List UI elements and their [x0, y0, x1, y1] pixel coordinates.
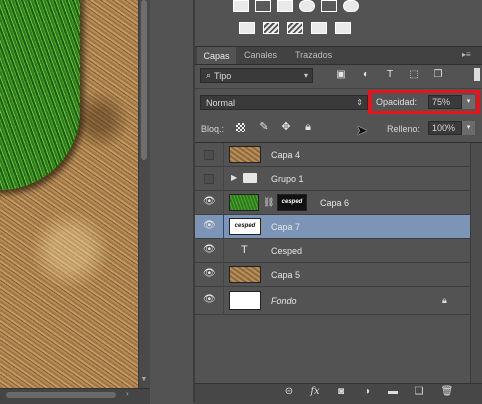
filter-toggle-switch[interactable] — [474, 68, 480, 81]
layer-row-capa-4[interactable]: Capa 4 — [195, 143, 470, 167]
layer-name[interactable]: Grupo 1 — [271, 174, 304, 184]
folder-icon — [243, 173, 257, 183]
style-swatch-3-icon[interactable] — [277, 0, 293, 12]
fx-icon[interactable]: fx — [308, 386, 322, 398]
layer-row-grupo-1[interactable]: ▶ Grupo 1 — [195, 167, 470, 191]
chevron-updown-icon: ⇕ — [356, 98, 363, 107]
tab-canales[interactable]: Canales — [244, 50, 277, 60]
layer-row-capa-7[interactable]: 👁︎ cesped Capa 7 — [195, 215, 470, 239]
lock-transparency-icon[interactable] — [236, 123, 245, 132]
blend-mode-dropdown[interactable]: Normal ⇕ — [200, 95, 368, 110]
layers-list: Capa 4 ▶ Grupo 1 👁︎ ⛓ cesped Capa 6 👁︎ c… — [195, 143, 470, 315]
opacity-slider-button[interactable]: ▾ — [462, 95, 475, 109]
opacity-input[interactable]: 75% — [428, 95, 462, 109]
new-group-icon[interactable]: ▬ — [386, 386, 400, 398]
trash-icon[interactable]: 🗑︎ — [440, 386, 454, 398]
document-canvas[interactable] — [0, 0, 138, 388]
visibility-toggle[interactable] — [204, 174, 214, 184]
canvas-horizontal-scroll-thumb[interactable] — [6, 392, 116, 398]
divider — [223, 167, 224, 191]
new-layer-icon[interactable]: ❏ — [412, 386, 426, 398]
opacity-label: Opacidad: — [376, 97, 418, 107]
style-swatch-11-icon[interactable] — [335, 22, 351, 34]
style-swatch-10-icon[interactable] — [311, 22, 327, 34]
divider — [223, 215, 224, 239]
eye-icon[interactable]: 👁︎ — [203, 197, 216, 207]
lock-all-icon[interactable]: 🔒︎ — [302, 121, 314, 133]
canvas-vertical-scroll-thumb[interactable] — [141, 0, 147, 160]
layer-thumbnail — [229, 291, 261, 310]
visibility-toggle[interactable] — [204, 150, 214, 160]
layer-row-fondo[interactable]: 👁︎ Fondo 🔒︎ — [195, 287, 470, 315]
layer-thumbnail — [229, 146, 261, 163]
divider — [195, 88, 482, 89]
eye-icon[interactable]: 👁︎ — [203, 245, 216, 255]
type-layer-icon: T — [241, 244, 248, 256]
filter-kind-dropdown[interactable]: ⌕ Tipo ▾ — [200, 68, 313, 83]
adjustment-layer-icon[interactable]: ◑ — [360, 386, 374, 398]
mouse-cursor-icon: ➤ — [356, 122, 368, 138]
filter-shape-icon[interactable]: ⬚ — [408, 70, 420, 80]
layer-name[interactable]: Capa 4 — [271, 150, 300, 160]
layer-row-capa-5[interactable]: 👁︎ Capa 5 — [195, 263, 470, 287]
style-swatch-5-icon[interactable] — [321, 0, 337, 12]
fill-label: Relleno: — [387, 124, 421, 134]
layer-name[interactable]: Cesped — [271, 246, 302, 256]
divider — [223, 191, 224, 215]
layer-name[interactable]: Capa 5 — [271, 270, 300, 280]
panel-tab-bar — [195, 47, 482, 65]
scroll-down-icon[interactable]: ▼ — [140, 376, 148, 383]
style-swatch-7-icon[interactable] — [239, 22, 255, 34]
lock-brush-icon[interactable]: ✎ — [258, 121, 270, 133]
lock-position-icon[interactable]: ✥ — [280, 121, 292, 133]
layer-name[interactable]: Fondo — [271, 296, 297, 306]
fill-input[interactable]: 100% — [428, 121, 462, 135]
layer-thumbnail — [229, 266, 261, 283]
blend-mode-value: Normal — [206, 97, 236, 108]
filter-smart-object-icon[interactable]: ❐ — [432, 70, 444, 80]
scroll-right-icon[interactable]: › — [126, 389, 129, 398]
tab-trazados[interactable]: Trazados — [295, 50, 332, 60]
style-swatch-6-icon[interactable] — [343, 0, 359, 12]
style-swatch-2-icon[interactable] — [255, 0, 271, 12]
divider — [223, 143, 224, 167]
chevron-down-icon: ▾ — [303, 71, 308, 80]
eye-icon[interactable]: 👁︎ — [203, 295, 216, 305]
search-icon: ⌕ — [206, 70, 212, 80]
eye-icon[interactable]: 👁︎ — [203, 221, 216, 231]
divider — [223, 263, 224, 287]
add-mask-icon[interactable]: ◙ — [334, 386, 348, 398]
layer-name[interactable]: Capa 7 — [271, 222, 300, 232]
layers-scrollbar[interactable] — [470, 143, 482, 383]
filter-type-icon[interactable]: T — [384, 70, 396, 80]
divider — [223, 239, 224, 263]
expand-arrow-icon[interactable]: ▶ — [231, 173, 237, 182]
link-icon[interactable]: ⛓ — [263, 197, 274, 208]
lock-label: Bloq.: — [201, 124, 225, 134]
style-swatch-1-icon[interactable] — [233, 0, 249, 12]
layer-mask-thumbnail[interactable]: cesped — [277, 194, 307, 211]
filter-kind-value: Tipo — [214, 70, 232, 81]
eye-icon[interactable]: 👁︎ — [203, 269, 216, 279]
panel-menu-icon[interactable]: ▸≡ — [462, 50, 471, 59]
style-swatch-4-icon[interactable] — [299, 0, 315, 12]
lock-icon: 🔒︎ — [442, 295, 447, 305]
layer-thumbnail — [229, 194, 259, 211]
filter-pixel-icon[interactable]: ▣ — [335, 70, 347, 80]
filter-adjustment-icon[interactable]: ◐ — [360, 70, 372, 80]
tab-capas[interactable]: Capas — [197, 47, 236, 64]
workspace-gap — [150, 0, 193, 403]
grass-shape — [0, 0, 80, 190]
link-layers-icon[interactable]: ⊝ — [282, 386, 296, 398]
style-swatch-8-icon[interactable] — [263, 22, 279, 34]
divider — [223, 287, 224, 315]
layer-name[interactable]: Capa 6 — [320, 198, 349, 208]
styles-panel — [195, 0, 482, 47]
style-swatch-9-icon[interactable] — [287, 22, 303, 34]
layer-row-capa-6[interactable]: 👁︎ ⛓ cesped Capa 6 — [195, 191, 470, 215]
fill-slider-button[interactable]: ▾ — [462, 121, 475, 135]
layer-row-cesped[interactable]: 👁︎ T Cesped — [195, 239, 470, 263]
layer-thumbnail: cesped — [229, 218, 261, 235]
